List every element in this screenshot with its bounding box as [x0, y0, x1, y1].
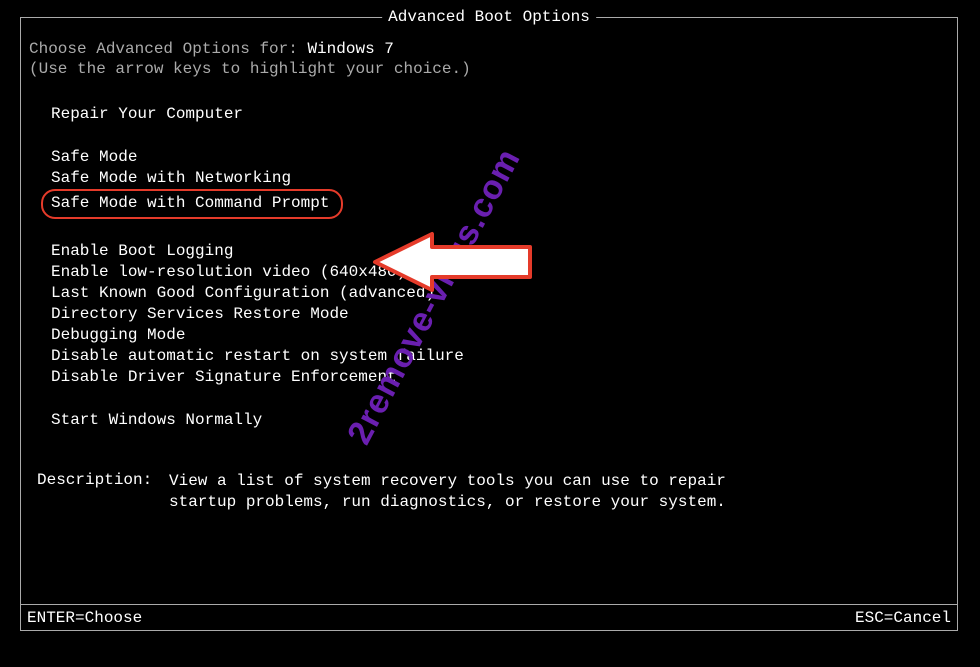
description-label: Description:: [37, 471, 169, 489]
arrow-key-hint: (Use the arrow keys to highlight your ch…: [29, 60, 949, 78]
footer-enter-hint: ENTER=Choose: [27, 609, 142, 627]
menu-group-normal: Start Windows Normally: [51, 410, 949, 431]
boot-options-frame: Advanced Boot Options Choose Advanced Op…: [20, 17, 958, 631]
menu-item-last-known-good[interactable]: Last Known Good Configuration (advanced): [51, 283, 435, 304]
menu-item-start-normally[interactable]: Start Windows Normally: [51, 410, 262, 431]
menu-group-repair: Repair Your Computer: [51, 104, 949, 125]
menu-item-repair-your-computer[interactable]: Repair Your Computer: [51, 104, 243, 125]
os-name: Windows 7: [307, 40, 393, 58]
menu-item-enable-boot-logging[interactable]: Enable Boot Logging: [51, 241, 233, 262]
description-block: Description: View a list of system recov…: [29, 471, 949, 513]
menu-item-directory-services-restore[interactable]: Directory Services Restore Mode: [51, 304, 349, 325]
footer-esc-hint: ESC=Cancel: [855, 609, 951, 627]
description-text: View a list of system recovery tools you…: [169, 471, 729, 513]
choose-prompt-label: Choose Advanced Options for:: [29, 40, 307, 58]
menu-item-safe-mode-networking[interactable]: Safe Mode with Networking: [51, 168, 291, 189]
footer-bar: ENTER=Choose ESC=Cancel: [21, 604, 957, 630]
menu-item-debugging-mode[interactable]: Debugging Mode: [51, 325, 185, 346]
boot-menu[interactable]: Repair Your Computer Safe Mode Safe Mode…: [29, 104, 949, 431]
menu-item-low-res-video[interactable]: Enable low-resolution video (640x480): [51, 262, 406, 283]
menu-item-safe-mode[interactable]: Safe Mode: [51, 147, 137, 168]
menu-group-advanced: Enable Boot Logging Enable low-resolutio…: [51, 241, 949, 388]
choose-prompt: Choose Advanced Options for: Windows 7: [29, 40, 949, 58]
menu-item-safe-mode-command-prompt[interactable]: Safe Mode with Command Prompt: [41, 189, 343, 219]
menu-group-safe-mode: Safe Mode Safe Mode with Networking Safe…: [51, 147, 949, 219]
screen-title: Advanced Boot Options: [382, 8, 596, 26]
menu-item-disable-driver-sig[interactable]: Disable Driver Signature Enforcement: [51, 367, 397, 388]
menu-item-disable-auto-restart[interactable]: Disable automatic restart on system fail…: [51, 346, 464, 367]
